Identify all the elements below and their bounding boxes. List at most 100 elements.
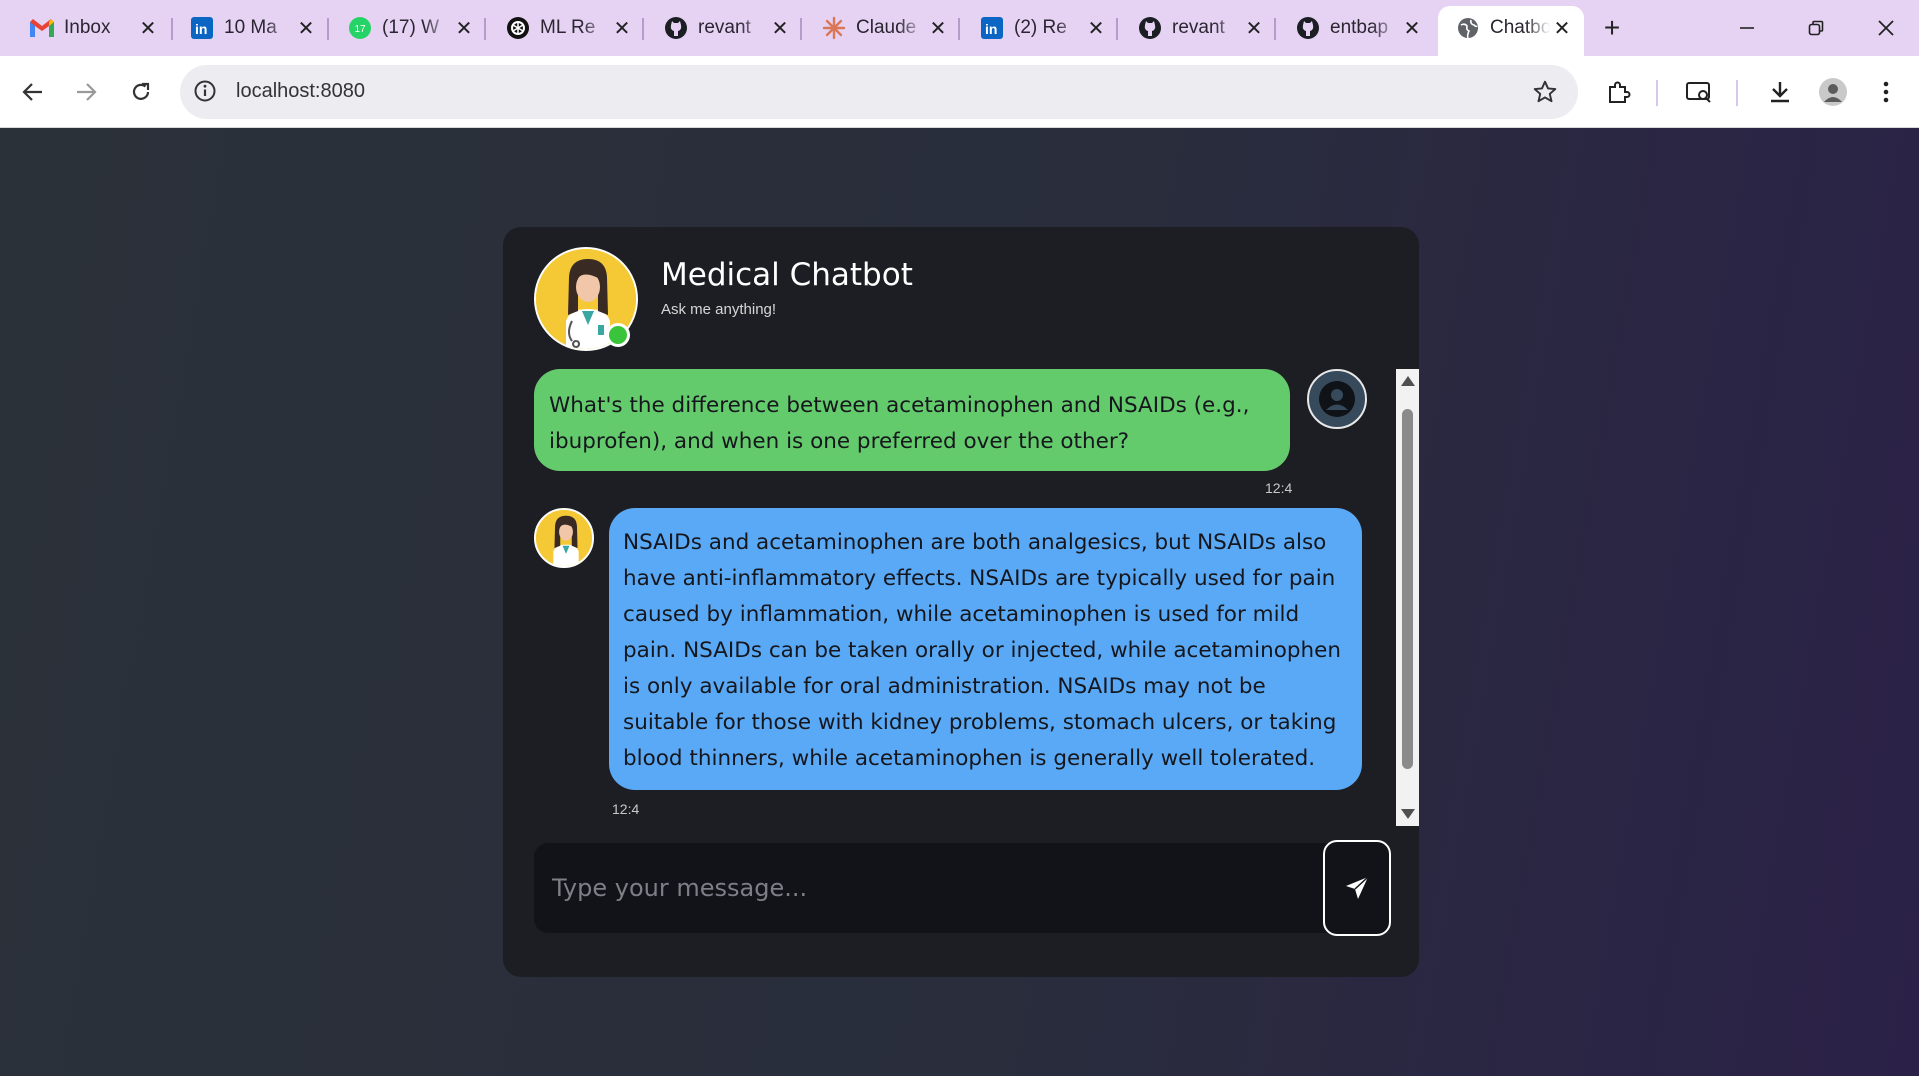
github-icon (1138, 16, 1162, 40)
close-icon[interactable]: ✕ (136, 16, 160, 40)
tab-title: 10 Ma (224, 17, 277, 38)
browser-tab[interactable]: Inbox ✕ (12, 8, 170, 48)
message-timestamp: 12:4 (612, 801, 640, 817)
close-window-button[interactable] (1866, 10, 1906, 46)
browser-tab[interactable]: ML Re ✕ (488, 8, 644, 48)
browser-tab[interactable]: 17 (17) W ✕ (330, 8, 486, 48)
minimize-icon (1740, 27, 1754, 29)
linkedin-icon: in (980, 16, 1004, 40)
arrow-right-icon (77, 83, 97, 101)
bookmark-star-icon[interactable] (1532, 79, 1558, 110)
chat-title: Medical Chatbot (661, 257, 913, 293)
tab-separator (642, 18, 644, 40)
tab-title: Inbox (64, 17, 111, 38)
menu-button[interactable] (1866, 72, 1906, 112)
browser-tab[interactable]: entbap ✕ (1278, 8, 1434, 48)
browser-toolbar: localhost:8080 (0, 56, 1919, 128)
cast-search-button[interactable] (1679, 72, 1719, 112)
message-list: What's the difference between acetaminop… (534, 369, 1389, 825)
openai-icon (506, 16, 530, 40)
tab-title: (17) W (382, 17, 439, 38)
message-scrollbar[interactable] (1396, 369, 1419, 826)
minimize-button[interactable] (1727, 10, 1767, 46)
download-icon (1771, 82, 1789, 103)
close-icon[interactable]: ✕ (1400, 16, 1424, 40)
scrollbar-thumb[interactable] (1402, 409, 1413, 769)
browser-tab[interactable]: in (2) Re ✕ (962, 8, 1118, 48)
chat-card: Medical Chatbot Ask me anything! What's … (503, 227, 1419, 977)
linkedin-icon: in (190, 16, 214, 40)
message-input[interactable] (534, 843, 1329, 933)
toolbar-divider (1656, 80, 1658, 106)
user-message-bubble: What's the difference between acetaminop… (534, 369, 1290, 471)
notification-badge: 17 (354, 24, 366, 35)
github-icon (1296, 16, 1320, 40)
tab-separator (1274, 18, 1276, 40)
tab-title: revant (1172, 17, 1225, 38)
message-input-container (534, 843, 1329, 933)
close-icon[interactable]: ✕ (1084, 16, 1108, 40)
reload-button[interactable] (121, 72, 161, 112)
send-button[interactable] (1323, 840, 1391, 936)
address-bar[interactable]: localhost:8080 (180, 65, 1578, 119)
tab-title: Chatbo (1490, 17, 1550, 38)
new-tab-button[interactable]: + (1592, 10, 1632, 46)
tab-separator (484, 18, 486, 40)
scroll-down-arrow-icon[interactable] (1401, 809, 1415, 819)
tab-separator (1116, 18, 1118, 40)
globe-icon (1456, 16, 1480, 40)
close-icon[interactable]: ✕ (294, 16, 318, 40)
forward-button[interactable] (66, 72, 106, 112)
tab-search-icon (1686, 82, 1711, 103)
close-icon[interactable]: ✕ (1242, 16, 1266, 40)
whatsapp-icon: 17 (348, 16, 372, 40)
downloads-button[interactable] (1760, 72, 1800, 112)
close-icon[interactable]: ✕ (926, 16, 950, 40)
browser-tab[interactable]: in 10 Ma ✕ (172, 8, 328, 48)
github-icon (664, 16, 688, 40)
more-vert-icon (1883, 81, 1889, 103)
browser-tab-active[interactable]: Chatbo ✕ (1438, 6, 1584, 56)
gmail-icon (30, 16, 54, 40)
doctor-icon (536, 510, 592, 566)
user-avatar (1307, 369, 1367, 429)
close-window-icon (1878, 20, 1894, 36)
arrow-left-icon (22, 83, 42, 101)
toolbar-divider (1736, 80, 1738, 106)
scroll-up-arrow-icon[interactable] (1401, 376, 1415, 386)
tab-title: entbap (1330, 17, 1389, 38)
browser-tab[interactable]: revant ✕ (1120, 8, 1276, 48)
url-text: localhost:8080 (236, 80, 365, 102)
tab-title: (2) Re (1014, 17, 1067, 38)
close-icon[interactable]: ✕ (768, 16, 792, 40)
extensions-button[interactable] (1599, 72, 1639, 112)
send-arrow-icon (1346, 876, 1369, 899)
tab-separator (958, 18, 960, 40)
tab-title: ML Re (540, 17, 596, 38)
browser-tab[interactable]: Claude ✕ (804, 8, 960, 48)
claude-icon (822, 16, 846, 40)
svg-text:in: in (985, 21, 997, 37)
restore-button[interactable] (1796, 10, 1836, 46)
tab-title: revant (698, 17, 751, 38)
svg-text:in: in (195, 21, 207, 37)
close-icon[interactable]: ✕ (452, 16, 476, 40)
browser-tab-strip: Inbox ✕ in 10 Ma ✕ 17 (17) W ✕ ML Re ✕ r… (0, 0, 1919, 56)
profile-avatar-icon (1819, 78, 1847, 106)
message-timestamp: 12:4 (1265, 480, 1293, 496)
puzzle-icon (1609, 81, 1631, 103)
close-icon[interactable]: ✕ (1550, 16, 1574, 40)
chat-subtitle: Ask me anything! (661, 301, 777, 318)
user-circle-icon (1319, 381, 1355, 417)
page-background: Medical Chatbot Ask me anything! What's … (0, 128, 1919, 1076)
tab-title: Claude (856, 17, 917, 38)
close-icon[interactable]: ✕ (610, 16, 634, 40)
bot-avatar (534, 508, 594, 568)
site-info-icon[interactable] (193, 79, 217, 108)
reload-icon (132, 82, 150, 100)
back-button[interactable] (13, 72, 53, 112)
profile-button[interactable] (1813, 72, 1853, 112)
tab-separator (800, 18, 802, 40)
browser-tab[interactable]: revant ✕ (646, 8, 802, 48)
tab-separator (327, 18, 329, 40)
